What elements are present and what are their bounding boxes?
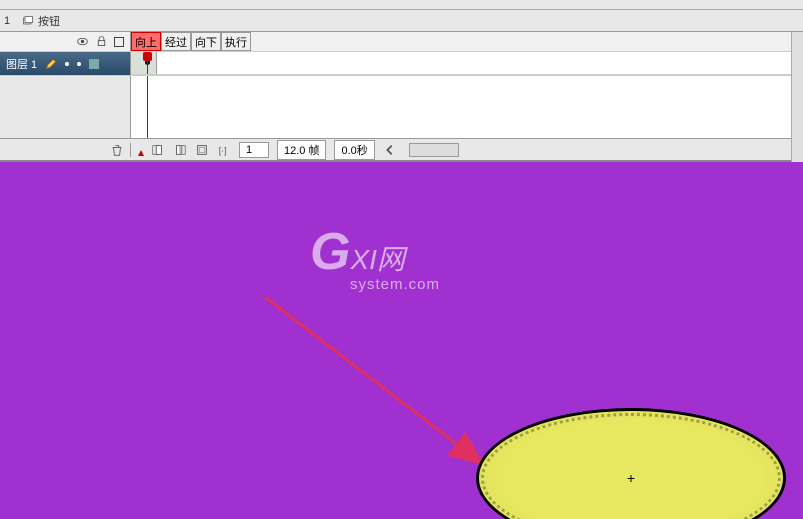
vertical-scrollbar[interactable] — [791, 32, 803, 172]
ellipse-fill — [476, 408, 786, 519]
watermark-net: 网 — [377, 244, 405, 275]
playback-info: [·] 1 12.0 帧 0.0秒 — [131, 140, 803, 160]
trash-icon[interactable] — [110, 143, 124, 157]
timeline-status-bar: [·] 1 12.0 帧 0.0秒 — [0, 138, 803, 162]
pencil-icon — [45, 58, 57, 70]
frame-state-down[interactable]: 向下 — [191, 32, 221, 51]
playhead-indicator-icon — [137, 144, 143, 156]
tab-index: 1 — [0, 15, 14, 27]
playhead-line — [147, 76, 148, 138]
layer-panel-empty — [0, 76, 131, 138]
timeline-header: 向上 经过 向下 执行 — [0, 32, 803, 52]
outline-color[interactable] — [89, 59, 99, 69]
ellipse-button-shape[interactable]: + — [476, 408, 786, 519]
menu-bar[interactable] — [0, 0, 803, 10]
watermark-url: system.com — [350, 276, 440, 293]
layer-info[interactable]: 图层 1 — [0, 52, 131, 75]
frame-state-hit[interactable]: 执行 — [221, 32, 251, 51]
playhead[interactable] — [147, 52, 148, 74]
layer-name: 图层 1 — [6, 56, 37, 72]
timeline-scrollbar[interactable] — [409, 143, 459, 157]
onion-outline-icon[interactable] — [195, 143, 209, 157]
tab-label: 按钮 — [38, 13, 60, 29]
layer-row[interactable]: 图层 1 — [0, 52, 803, 76]
watermark: GXI网 system.com — [310, 222, 440, 293]
annotation-arrow — [260, 292, 500, 482]
watermark-g: G — [310, 223, 350, 281]
elapsed-field: 0.0秒 — [334, 140, 374, 160]
svg-text:[·]: [·] — [219, 145, 227, 155]
frame-state-up[interactable]: 向上 — [131, 32, 161, 51]
watermark-xi: XI — [350, 244, 376, 275]
layer-actions — [0, 143, 131, 157]
visibility-dot[interactable] — [65, 62, 69, 66]
frames-area[interactable] — [131, 52, 803, 75]
current-frame-field[interactable]: 1 — [239, 142, 269, 158]
onion-left-icon[interactable] — [151, 143, 165, 157]
timeline-empty-area — [0, 76, 803, 138]
registration-point-icon: + — [627, 470, 635, 486]
edit-multi-icon[interactable]: [·] — [217, 143, 231, 157]
document-tab-bar: 1 按钮 — [0, 10, 803, 32]
layer-controls-header — [0, 32, 131, 51]
frame-state-labels: 向上 经过 向下 执行 — [131, 32, 251, 51]
frame-state-over[interactable]: 经过 — [161, 32, 191, 51]
scroll-left-icon[interactable] — [383, 143, 397, 157]
document-tab-button[interactable]: 按钮 — [14, 11, 68, 31]
eye-icon[interactable] — [76, 35, 89, 48]
lock-icon[interactable] — [95, 35, 108, 48]
fps-field[interactable]: 12.0 帧 — [277, 140, 326, 160]
symbol-icon — [22, 15, 34, 27]
frames-empty[interactable] — [131, 76, 803, 138]
onion-right-icon[interactable] — [173, 143, 187, 157]
outline-icon[interactable] — [114, 37, 124, 47]
lock-dot[interactable] — [77, 62, 81, 66]
stage-canvas[interactable]: GXI网 system.com + — [0, 162, 803, 519]
